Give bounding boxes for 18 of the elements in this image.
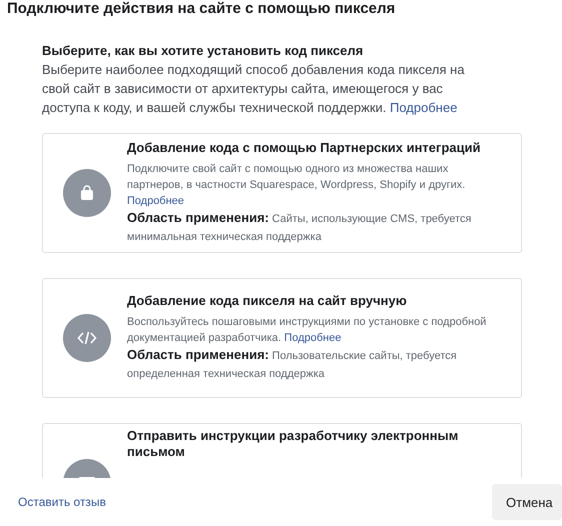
- option-title: Отправить инструкции разработчику электронным письмом: [127, 428, 460, 460]
- learn-more-link[interactable]: Подробнее: [390, 100, 458, 115]
- intro-paragraph: Выберите наиболее подходящий способ добавления кода пикселя на свой сайт в зависимости от архитектуры сайта, имеющегося у вас доступа к коду, и вашей службы технической поддержки. Подробнее: [42, 61, 466, 117]
- cancel-button[interactable]: Отмена: [492, 484, 562, 520]
- option-description: Подключите свой сайт с помощью одного из множества наших партнеров, в частности Squarespace, Wordpress, Shopify и других. Подробнее: [127, 162, 466, 209]
- section-heading: Выберите, как вы хотите установить код пикселя: [42, 42, 364, 60]
- option-title: Добавление кода пикселя на сайт вручную: [127, 293, 408, 309]
- learn-more-link[interactable]: Подробнее: [284, 332, 342, 344]
- learn-more-link[interactable]: Подробнее: [127, 195, 184, 207]
- feedback-link[interactable]: Оставить отзыв: [18, 495, 106, 509]
- code-icon: [77, 330, 97, 346]
- dialog-title: Подключите действия на сайте с помощью пикселя: [6, 0, 396, 17]
- option-card[interactable]: [42, 278, 522, 398]
- option-card[interactable]: [42, 133, 522, 253]
- option-title: Добавление кода с помощью Партнерских интеграций: [127, 140, 482, 156]
- option-description: Воспользуйтесь пошаговыми инструкциями по установке с подробной документацией разработчика. Подробнее: [127, 315, 488, 346]
- scope-text: Область применения: Сайты, использующие CMS, требуется минимальная техническая поддержка: [127, 209, 472, 245]
- scope-text: Область применения: Пользовательские сайты, требуется определенная техническая поддержка: [127, 346, 458, 382]
